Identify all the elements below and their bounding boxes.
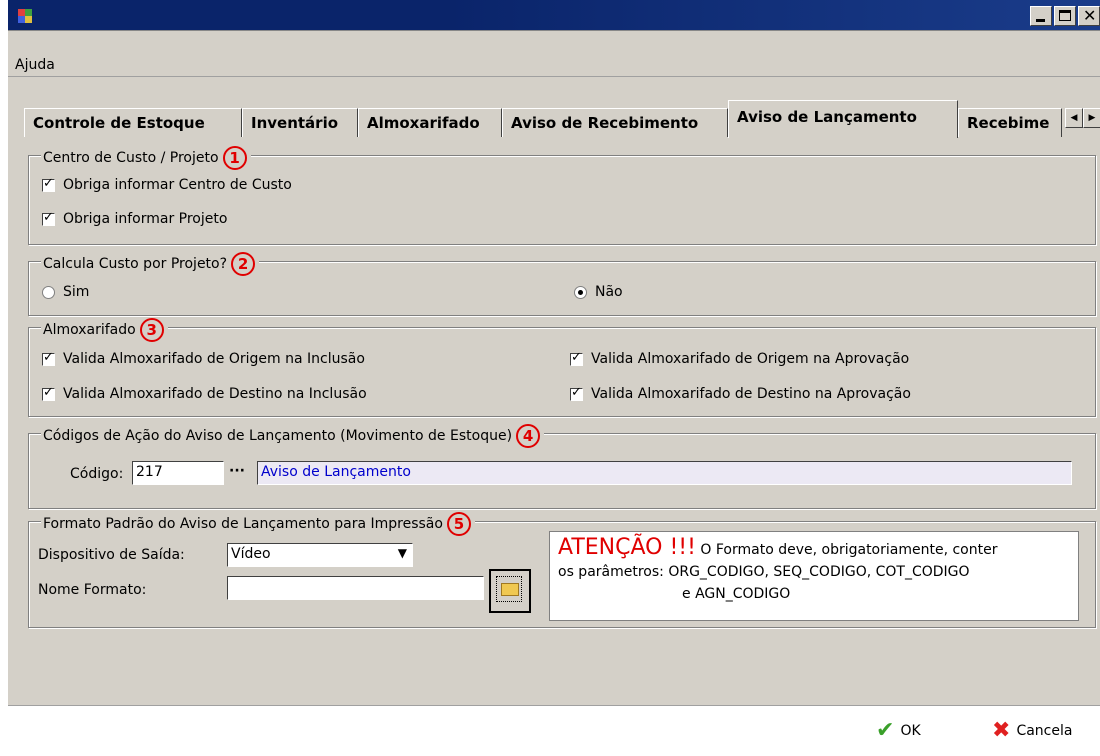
- arrow-left-icon: ◀: [1070, 113, 1078, 123]
- app-icon: [18, 9, 32, 23]
- checkbox-valida-origem-inclusao[interactable]: ✓ Valida Almoxarifado de Origem na Inclu…: [42, 349, 365, 367]
- maximize-icon: [1059, 10, 1071, 21]
- tab-almoxarifado[interactable]: Almoxarifado: [358, 108, 502, 137]
- menu-bar: Ajuda: [8, 31, 1100, 77]
- checkbox-valida-origem-aprovacao[interactable]: ✓ Valida Almoxarifado de Origem na Aprov…: [570, 349, 910, 367]
- minimize-icon: [1036, 19, 1045, 22]
- checkmark-icon: ✓: [571, 349, 582, 365]
- browse-button[interactable]: [489, 569, 531, 613]
- maximize-button[interactable]: [1054, 6, 1076, 26]
- radio-sim[interactable]: Sim: [42, 284, 89, 300]
- nome-formato-input[interactable]: [227, 576, 484, 600]
- checkmark-icon: ✓: [43, 175, 54, 191]
- codigo-label: Código:: [70, 466, 124, 482]
- chevron-down-icon: ▼: [397, 546, 407, 560]
- radio-label: Não: [595, 284, 623, 300]
- tab-scroll-left-button[interactable]: ◀: [1065, 108, 1083, 128]
- warning-text-line2: os parâmetros: ORG_CODIGO, SEQ_CODIGO, C…: [558, 564, 970, 580]
- folder-icon: [496, 576, 522, 602]
- tab-recebimento[interactable]: Recebime: [958, 108, 1062, 137]
- annotation-badge: 1: [222, 146, 247, 170]
- title-bar[interactable]: ✕: [8, 0, 1100, 31]
- radio-button[interactable]: [42, 285, 55, 299]
- checkbox[interactable]: ✓: [42, 349, 55, 366]
- cancel-label: Cancela: [1016, 723, 1073, 739]
- radio-nao[interactable]: Não: [574, 284, 623, 300]
- warning-box: ATENÇÃO !!! O Formato deve, obrigatoriam…: [549, 531, 1079, 621]
- checkmark-icon: ✓: [571, 384, 582, 400]
- checkbox-label: Obriga informar Projeto: [63, 211, 228, 227]
- tab-scroll-right-button[interactable]: ▶: [1083, 108, 1100, 128]
- tab-controle-de-estoque[interactable]: Controle de Estoque: [24, 108, 242, 137]
- checkbox-label: Valida Almoxarifado de Destino na Aprova…: [591, 386, 911, 402]
- dispositivo-value: Vídeo: [231, 546, 271, 562]
- radio-label: Sim: [63, 284, 90, 300]
- checkbox-label: Valida Almoxarifado de Origem na Inclusã…: [63, 351, 365, 367]
- checkbox[interactable]: ✓: [42, 384, 55, 401]
- radio-selected-dot: [578, 289, 583, 295]
- close-button[interactable]: ✕: [1078, 6, 1100, 26]
- annotation-badge: 4: [516, 424, 541, 448]
- dispositivo-label: Dispositivo de Saída:: [38, 547, 185, 563]
- application-window: ✕ Ajuda Controle de Estoque Inventário A…: [7, 0, 1100, 756]
- group-calcula-custo-projeto: Calcula Custo por Projeto? 2 Sim Não: [28, 252, 1096, 316]
- dialog-footer: ✔ OK ✖ Cancela: [8, 705, 1100, 756]
- minimize-button[interactable]: [1030, 6, 1052, 26]
- annotation-badge: 2: [231, 252, 256, 276]
- checkbox[interactable]: ✓: [570, 349, 583, 366]
- checkbox-valida-destino-inclusao[interactable]: ✓ Valida Almoxarifado de Destino na Incl…: [42, 384, 367, 402]
- checkmark-icon: ✓: [43, 209, 54, 225]
- checkbox-obriga-centro-custo[interactable]: ✓ Obriga informar Centro de Custo: [42, 175, 292, 193]
- group-title: Centro de Custo / Projeto: [43, 150, 219, 166]
- tab-strip: Controle de Estoque Inventário Almoxarif…: [24, 100, 1100, 138]
- annotation-badge: 5: [446, 512, 471, 536]
- checkbox-label: Valida Almoxarifado de Origem na Aprovaç…: [591, 351, 910, 367]
- group-centro-custo-projeto: Centro de Custo / Projeto 1 ✓ Obriga inf…: [28, 146, 1096, 245]
- annotation-badge: 3: [139, 318, 164, 342]
- ok-button[interactable]: ✔ OK: [876, 718, 921, 743]
- checkbox[interactable]: ✓: [42, 175, 55, 192]
- tab-aviso-de-lancamento[interactable]: Aviso de Lançamento: [728, 100, 958, 138]
- checkmark-icon: ✔: [876, 718, 895, 743]
- codigo-lookup-button[interactable]: ···: [226, 461, 248, 485]
- checkbox-obriga-projeto[interactable]: ✓ Obriga informar Projeto: [42, 209, 228, 227]
- codigo-input[interactable]: 217: [132, 461, 224, 485]
- checkbox-label: Obriga informar Centro de Custo: [63, 177, 292, 193]
- checkmark-icon: ✓: [43, 349, 54, 365]
- checkbox[interactable]: ✓: [570, 384, 583, 401]
- checkbox-label: Valida Almoxarifado de Destino na Inclus…: [63, 386, 367, 402]
- group-title: Calcula Custo por Projeto?: [43, 256, 228, 272]
- group-almoxarifado: Almoxarifado 3 ✓ Valida Almoxarifado de …: [28, 318, 1096, 417]
- tab-aviso-de-recebimento[interactable]: Aviso de Recebimento: [502, 108, 728, 137]
- radio-button[interactable]: [574, 285, 587, 299]
- dispositivo-select[interactable]: Vídeo ▼: [227, 543, 413, 567]
- close-icon: ✕: [1083, 6, 1097, 25]
- checkbox[interactable]: ✓: [42, 209, 55, 226]
- warning-title: ATENÇÃO !!!: [558, 535, 696, 560]
- group-codigos-acao: Códigos de Ação do Aviso de Lançamento (…: [28, 424, 1096, 509]
- warning-text-line3: e AGN_CODIGO: [682, 586, 791, 602]
- menu-item-ajuda[interactable]: Ajuda: [15, 57, 55, 73]
- checkbox-valida-destino-aprovacao[interactable]: ✓ Valida Almoxarifado de Destino na Apro…: [570, 384, 911, 402]
- cancel-button[interactable]: ✖ Cancela: [992, 718, 1073, 743]
- group-title: Códigos de Ação do Aviso de Lançamento (…: [43, 428, 513, 444]
- nome-formato-label: Nome Formato:: [38, 582, 147, 598]
- group-title: Almoxarifado: [43, 322, 136, 338]
- warning-text-line1: O Formato deve, obrigatoriamente, conter: [695, 542, 998, 558]
- codigo-description-field: Aviso de Lançamento: [257, 461, 1072, 485]
- close-icon: ✖: [992, 718, 1011, 743]
- arrow-right-icon: ▶: [1088, 113, 1096, 123]
- group-title: Formato Padrão do Aviso de Lançamento pa…: [43, 516, 443, 532]
- tab-inventario[interactable]: Inventário: [242, 108, 358, 137]
- checkmark-icon: ✓: [43, 384, 54, 400]
- ok-label: OK: [900, 723, 921, 739]
